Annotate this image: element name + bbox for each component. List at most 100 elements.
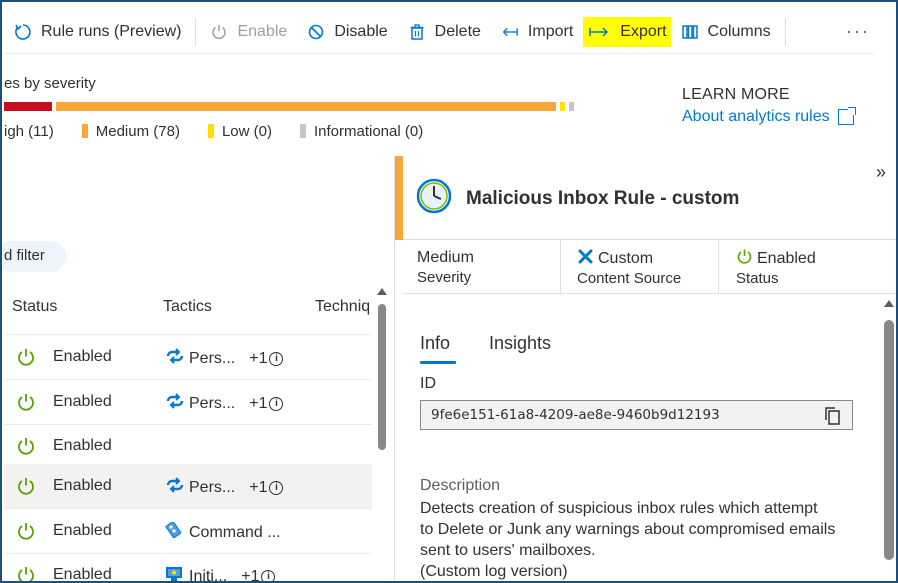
persistence-icon [164, 393, 189, 414]
export-label: Export [620, 22, 667, 40]
tactic-label: Pers... [189, 478, 236, 496]
legend-low: Low (0) [207, 123, 272, 140]
columns-button[interactable]: Columns [671, 17, 781, 47]
tactic-label: Initi... [189, 567, 228, 583]
row-status: Enabled [53, 477, 112, 494]
rule-runs-button[interactable]: Rule runs (Preview) [4, 17, 191, 47]
legend-informational-label: Informational (0) [313, 122, 424, 140]
scroll-thumb[interactable] [378, 304, 386, 450]
power-icon [210, 23, 228, 41]
panel-scrollbar[interactable] [882, 298, 896, 581]
copy-icon[interactable] [824, 406, 842, 426]
row-tactics: Pers... +1 i [164, 348, 284, 369]
learn-more-header: LEARN MORE [682, 86, 790, 103]
meta-separator [718, 240, 719, 293]
enable-label: Enable [237, 22, 288, 40]
more-tactics-count: +1 [249, 349, 268, 367]
legend-medium-label: Medium (78) [95, 122, 180, 140]
import-button[interactable]: Import [491, 17, 583, 47]
row-tactics: Pers... +1 i [164, 477, 284, 498]
table-row[interactable]: Enabled Pers... +1 i [4, 335, 372, 380]
enabled-power-icon [18, 567, 34, 581]
table-row[interactable]: Enabled [4, 424, 372, 469]
learn-more-section: LEARN MORE About analytics rules [682, 86, 856, 126]
row-status: Enabled [53, 522, 112, 539]
content-source-value: Custom [598, 250, 654, 267]
row-status: Enabled [53, 437, 112, 454]
severity-bar-high [4, 102, 52, 111]
status-value: Enabled [757, 250, 816, 267]
info-icon[interactable]: i [269, 396, 284, 411]
initial-access-icon [164, 566, 189, 581]
tab-insights[interactable]: Insights [489, 333, 551, 354]
row-status: Enabled [53, 566, 112, 583]
row-tactics: Pers... +1 i [164, 393, 284, 414]
toolbar-divider [784, 17, 786, 46]
description-label: Description [420, 477, 501, 494]
disable-label: Disable [334, 22, 388, 40]
rule-id-field[interactable]: 9fe6e151-61a8-4209-ae8e-9460b9d12193 [420, 400, 853, 430]
row-status: Enabled [53, 393, 112, 410]
legend-swatch-informational [299, 124, 306, 138]
column-header-techniques[interactable]: Techniq [315, 298, 370, 316]
meta-status: Enabled Status [736, 248, 816, 289]
active-tab-indicator [420, 361, 456, 364]
enable-button[interactable]: Enable [200, 17, 297, 47]
table-row[interactable]: Enabled Pers... +1 i [4, 380, 372, 425]
rule-runs-label: Rule runs (Preview) [41, 22, 182, 40]
analytics-rules-link[interactable]: About analytics rules [682, 107, 856, 126]
scroll-up-arrow[interactable] [377, 288, 387, 295]
block-icon [307, 23, 325, 41]
add-filter-button[interactable]: d filter [2, 241, 66, 272]
tactic-label: Command ... [189, 523, 281, 541]
info-icon[interactable]: i [269, 480, 284, 495]
row-tactics: Command ... [164, 521, 281, 543]
table-row[interactable]: Enabled Command ... [4, 509, 372, 554]
more-tactics-badge[interactable]: +1 i [241, 568, 276, 581]
table-row[interactable]: Enabled Initi... +1 i [4, 553, 372, 583]
scheduled-rule-clock-icon [416, 178, 452, 214]
legend-high: igh (11) [4, 123, 54, 140]
meta-content-source: Custom Content Source [577, 248, 681, 289]
info-icon[interactable]: i [269, 351, 284, 366]
legend-informational: Informational (0) [299, 122, 424, 140]
persistence-icon [164, 477, 189, 498]
collapse-panel-button[interactable]: » [876, 162, 886, 183]
severity-label: Severity [417, 269, 472, 286]
persistence-icon [164, 348, 189, 369]
app-frame: Rule runs (Preview) Enable Disable Delet… [0, 0, 898, 583]
info-icon[interactable]: i [261, 569, 276, 581]
more-tactics-badge[interactable]: +1 i [249, 395, 284, 413]
legend-swatch-medium [81, 124, 88, 138]
delete-button[interactable]: Delete [398, 17, 491, 47]
more-tactics-badge[interactable]: +1 i [249, 349, 284, 368]
delete-label: Delete [434, 22, 481, 40]
analytics-rules-link-label: About analytics rules [682, 108, 830, 125]
export-button[interactable]: Export [583, 16, 671, 47]
refresh-run-icon [14, 23, 32, 41]
content-source-label: Content Source [577, 270, 682, 287]
meta-divider-bottom [403, 293, 896, 294]
custom-wrench-icon [578, 249, 593, 264]
more-tactics-badge[interactable]: +1 i [249, 479, 284, 497]
scroll-thumb[interactable] [884, 320, 894, 560]
command-control-icon [164, 521, 189, 543]
enabled-power-icon [18, 349, 34, 366]
row-tactics: Initi... +1 i [164, 566, 276, 583]
table-row[interactable]: Enabled Pers... +1 i [4, 464, 372, 509]
list-scrollbar[interactable] [376, 286, 388, 581]
panel-title: Malicious Inbox Rule - custom [466, 188, 740, 209]
description-text: Detects creation of suspicious inbox rul… [420, 500, 836, 580]
column-header-tactics[interactable]: Tactics [163, 298, 212, 316]
row-status: Enabled [53, 348, 112, 365]
id-label: ID [420, 375, 436, 392]
disable-button[interactable]: Disable [297, 17, 397, 47]
severity-value: Medium [417, 249, 474, 266]
tab-info[interactable]: Info [420, 333, 450, 354]
tactic-label: Pers... [189, 349, 236, 367]
meta-divider-top [403, 239, 896, 240]
more-options-button[interactable]: ··· [846, 21, 870, 42]
column-header-status[interactable]: Status [12, 298, 57, 316]
legend-swatch-low [207, 124, 214, 138]
scroll-up-arrow[interactable] [884, 300, 894, 307]
